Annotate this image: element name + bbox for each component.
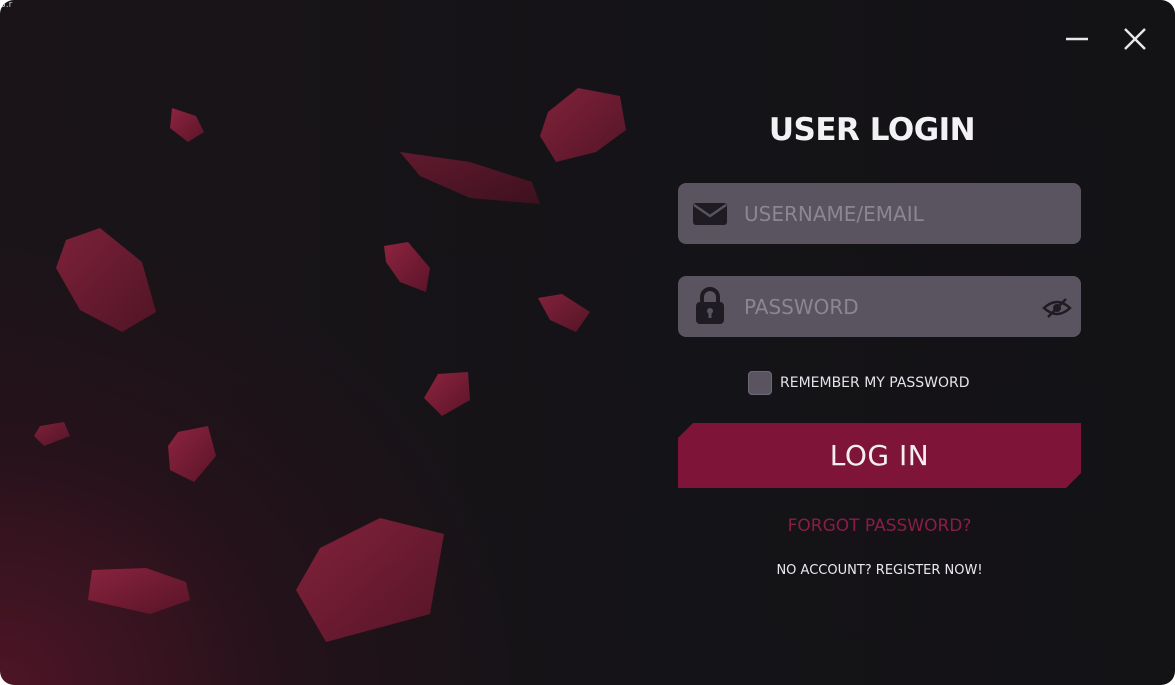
shard: [170, 108, 204, 142]
mail-icon: [693, 203, 727, 225]
password-input[interactable]: [744, 276, 1024, 337]
minimize-icon: [1066, 37, 1088, 41]
shard: [34, 422, 70, 446]
close-icon: [1124, 28, 1146, 50]
shard: [424, 372, 470, 416]
shard: [56, 228, 156, 332]
eye-off-icon[interactable]: [1042, 297, 1072, 319]
close-button[interactable]: [1118, 22, 1152, 56]
decorative-shards: [34, 88, 626, 642]
shard: [168, 426, 216, 482]
lock-icon: [696, 287, 724, 324]
username-input[interactable]: [744, 183, 1044, 244]
forgot-password-link[interactable]: FORGOT PASSWORD?: [678, 516, 1081, 536]
username-field[interactable]: [678, 183, 1081, 244]
shard: [384, 242, 430, 292]
remember-checkbox[interactable]: [748, 371, 772, 395]
shard: [296, 518, 444, 642]
remember-row: REMEMBER MY PASSWORD: [748, 370, 970, 396]
shard: [538, 294, 590, 332]
remember-label: REMEMBER MY PASSWORD: [780, 375, 970, 391]
login-window: 3.r USER LOGIN USERNAME/EMAIL REMEMBER M…: [0, 0, 1175, 685]
shard: [540, 88, 626, 162]
shard: [88, 568, 190, 614]
page-title: USER LOGIN: [768, 112, 976, 148]
shard: [400, 152, 540, 204]
login-button[interactable]: LOG IN: [678, 423, 1081, 488]
password-field[interactable]: [678, 276, 1081, 337]
minimize-button[interactable]: [1060, 22, 1094, 56]
register-link[interactable]: NO ACCOUNT? REGISTER NOW!: [678, 563, 1081, 578]
